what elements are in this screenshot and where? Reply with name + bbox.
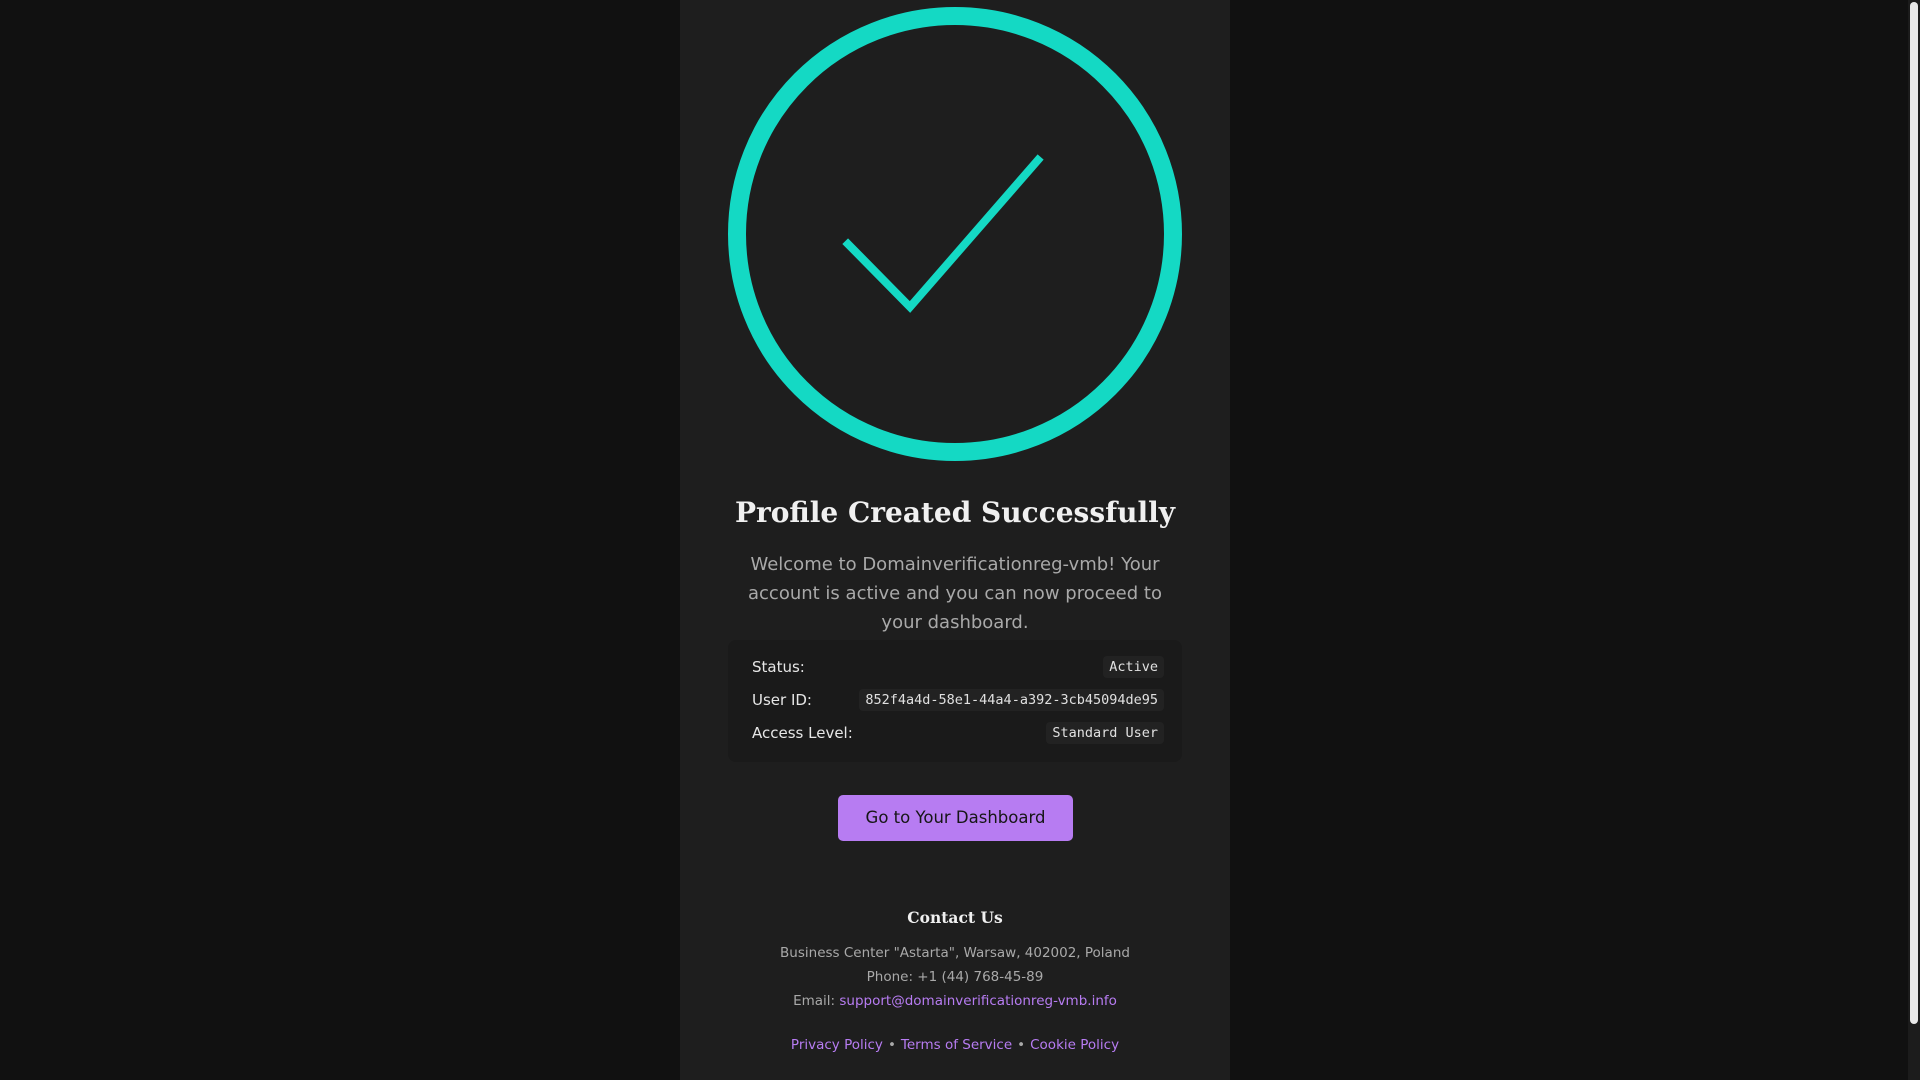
contact-heading: Contact Us xyxy=(907,908,1003,927)
check-circle-icon xyxy=(728,7,1182,461)
detail-row-user-id: User ID: 852f4a4d-58e1-44a4-a392-3cb4509… xyxy=(752,688,1164,712)
contact-address: Business Center "Astarta", Warsaw, 40200… xyxy=(780,945,1130,961)
success-card: Profile Created Successfully Welcome to … xyxy=(680,0,1230,1080)
welcome-message: Welcome to Domainverificationreg-vmb! Yo… xyxy=(748,554,1162,633)
detail-label: User ID: xyxy=(752,691,812,709)
page-title: Profile Created Successfully xyxy=(734,496,1176,529)
contact-email-line: Email: support@domainverificationreg-vmb… xyxy=(680,993,1230,1009)
email-prefix: Email: xyxy=(793,993,836,1009)
privacy-policy-link[interactable]: Privacy Policy xyxy=(791,1037,883,1053)
detail-row-access-level: Access Level: Standard User xyxy=(752,721,1164,745)
detail-row-status: Status: Active xyxy=(752,655,1164,679)
detail-label: Status: xyxy=(752,658,805,676)
detail-label: Access Level: xyxy=(752,724,853,742)
contact-phone: Phone: +1 (44) 768-45-89 xyxy=(866,969,1044,985)
user-id-value: 852f4a4d-58e1-44a4-a392-3cb45094de95 xyxy=(859,689,1164,711)
contact-email-link[interactable]: support@domainverificationreg-vmb.info xyxy=(839,993,1117,1009)
terms-of-service-link[interactable]: Terms of Service xyxy=(901,1037,1012,1053)
footer-separator: • xyxy=(1017,1037,1026,1053)
page: Profile Created Successfully Welcome to … xyxy=(0,0,1920,1080)
account-details: Status: Active User ID: 852f4a4d-58e1-44… xyxy=(728,640,1182,762)
go-to-dashboard-button[interactable]: Go to Your Dashboard xyxy=(838,795,1073,841)
footer-separator: • xyxy=(887,1037,896,1053)
cookie-policy-link[interactable]: Cookie Policy xyxy=(1030,1037,1119,1053)
access-level-value: Standard User xyxy=(1046,722,1164,744)
status-value: Active xyxy=(1103,656,1164,678)
footer-links: Privacy Policy • Terms of Service • Cookie P… xyxy=(680,1037,1230,1053)
scrollbar-thumb[interactable] xyxy=(1910,2,1918,1024)
vertical-scrollbar[interactable] xyxy=(1908,0,1920,1080)
